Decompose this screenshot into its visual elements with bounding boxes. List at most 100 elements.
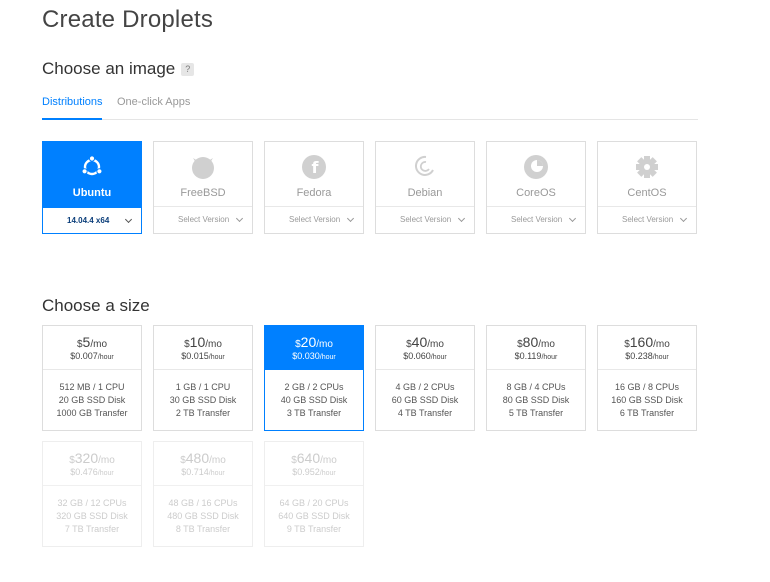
size-price: $5/mo $0.007/hour	[43, 326, 141, 370]
ram-cpu: 32 GB / 12 CPUs	[57, 498, 127, 508]
monthly-price: $5/mo	[43, 334, 141, 350]
size-price: $160/mo $0.238/hour	[598, 326, 696, 370]
distro-card-ubuntu[interactable]: Ubuntu 14.04.4 x64	[42, 141, 142, 234]
price-period: /mo	[209, 455, 226, 466]
version-label: Select Version	[400, 215, 452, 224]
price-amount: 320	[74, 450, 99, 466]
distro-name: CoreOS	[516, 187, 556, 199]
transfer: 4 TB Transfer	[397, 408, 453, 418]
size-card[interactable]: $40/mo $0.060/hour 4 GB / 2 CPUs 60 GB SSD …	[375, 325, 475, 431]
price-amount: 20	[300, 334, 317, 350]
distro-name: Ubuntu	[72, 187, 112, 199]
distro-card-coreos[interactable]: CoreOS Select Version	[486, 141, 586, 234]
price-amount: 40	[411, 334, 428, 350]
price-amount: 640	[296, 450, 321, 466]
chevron-down-icon	[346, 214, 355, 223]
monthly-price: $80/mo	[487, 334, 585, 350]
hourly-price: $0.476/hour	[43, 467, 141, 477]
disk: 40 GB SSD Disk	[280, 395, 348, 405]
ram-cpu: 1 GB / 1 CPU	[175, 382, 231, 392]
version-select-debian[interactable]: Select Version	[376, 206, 474, 233]
chevron-down-icon	[568, 214, 577, 223]
cpu: 20 CPUs	[312, 498, 349, 508]
hourly-unit: /hour	[208, 470, 225, 477]
hourly-price: $0.015/hour	[154, 351, 252, 361]
version-label: Select Version	[511, 215, 563, 224]
hourly-unit: /hour	[319, 354, 336, 361]
distro-card-fedora[interactable]: f Fedora Select Version	[264, 141, 364, 234]
fedora-icon: f	[299, 152, 329, 182]
hourly-amount: $0.238	[625, 351, 653, 361]
distro-name: Fedora	[296, 187, 332, 199]
version-select-fedora[interactable]: Select Version	[265, 206, 363, 233]
transfer: 8 TB Transfer	[175, 524, 231, 534]
price-amount: 80	[522, 334, 539, 350]
size-price: $40/mo $0.060/hour	[376, 326, 474, 370]
ram-cpu: 48 GB / 16 CPUs	[168, 498, 238, 508]
version-select-ubuntu[interactable]: 14.04.4 x64	[42, 207, 142, 234]
chevron-down-icon	[457, 214, 466, 223]
size-card: $480/mo $0.714/hour 48 GB / 16 CPUs 480 GB …	[153, 441, 253, 547]
version-label: Select Version	[178, 215, 230, 224]
hourly-price: $0.238/hour	[598, 351, 696, 361]
size-price: $20/mo $0.030/hour	[265, 326, 363, 370]
size-card[interactable]: $160/mo $0.238/hour 16 GB / 8 CPUs 160 GB S…	[597, 325, 697, 431]
monthly-price: $320/mo	[43, 450, 141, 466]
size-specs: 2 GB / 2 CPUs 40 GB SSD Disk 3 TB Transfer	[265, 381, 363, 420]
hourly-amount: $0.060	[403, 351, 431, 361]
chevron-down-icon	[124, 215, 133, 224]
disk: 80 GB SSD Disk	[502, 395, 570, 405]
hourly-price: $0.060/hour	[376, 351, 474, 361]
cpu: 1 CPU	[203, 382, 231, 392]
size-specs: 4 GB / 2 CPUs 60 GB SSD Disk 4 TB Transfer	[376, 381, 474, 420]
version-select-freebsd[interactable]: Select Version	[154, 206, 252, 233]
distro-name: Debian	[407, 187, 443, 199]
ram-cpu: 64 GB / 20 CPUs	[279, 498, 349, 508]
hourly-price: $0.007/hour	[43, 351, 141, 361]
ram: 16 GB	[614, 382, 641, 392]
help-icon[interactable]: ?	[181, 63, 195, 76]
size-price: $480/mo $0.714/hour	[154, 442, 252, 486]
ram: 1 GB	[175, 382, 197, 392]
monthly-price: $10/mo	[154, 334, 252, 350]
image-section-header: Choose an image?	[42, 59, 195, 79]
hourly-amount: $0.476	[70, 467, 98, 477]
image-section-title: Choose an image	[42, 59, 176, 78]
hourly-amount: $0.030	[292, 351, 320, 361]
distro-card-centos[interactable]: CentOS Select Version	[597, 141, 697, 234]
cpu: 2 CPUs	[312, 382, 344, 392]
distro-card-freebsd[interactable]: FreeBSD Select Version	[153, 141, 253, 234]
size-card[interactable]: $10/mo $0.015/hour 1 GB / 1 CPU 30 GB SSD D…	[153, 325, 253, 431]
transfer: 3 TB Transfer	[286, 408, 342, 418]
hourly-unit: /hour	[97, 470, 114, 477]
centos-icon	[632, 152, 662, 182]
size-specs: 48 GB / 16 CPUs 480 GB SSD Disk 8 TB Trans…	[154, 497, 252, 536]
size-section-title: Choose a size	[42, 296, 150, 315]
distro-name: CentOS	[627, 187, 667, 199]
tab-one-click-apps[interactable]: One-click Apps	[117, 96, 190, 120]
cpu: 16 CPUs	[201, 498, 238, 508]
size-specs: 16 GB / 8 CPUs 160 GB SSD Disk 6 TB Transf…	[598, 381, 696, 420]
price-period: /mo	[90, 339, 108, 350]
hourly-unit: /hour	[97, 354, 114, 361]
version-select-centos[interactable]: Select Version	[598, 206, 696, 233]
monthly-price: $20/mo	[265, 334, 363, 350]
size-card[interactable]: $80/mo $0.119/hour 8 GB / 4 CPUs 80 GB SSD …	[486, 325, 586, 431]
distro-card-debian[interactable]: Debian Select Version	[375, 141, 475, 234]
transfer: 7 TB Transfer	[64, 524, 120, 534]
freebsd-icon	[188, 152, 218, 182]
cpu: 8 CPUs	[648, 382, 680, 392]
ram: 8 GB	[506, 382, 527, 392]
version-select-coreos[interactable]: Select Version	[487, 206, 585, 233]
debian-icon	[410, 152, 440, 182]
version-label: Select Version	[289, 215, 341, 224]
ram-cpu: 512 MB / 1 CPU	[59, 382, 125, 392]
size-card[interactable]: $5/mo $0.007/hour 512 MB / 1 CPU 20 GB SSD …	[42, 325, 142, 431]
tab-distributions[interactable]: Distributions	[42, 96, 103, 120]
size-specs: 8 GB / 4 CPUs 80 GB SSD Disk 5 TB Transfer	[487, 381, 585, 420]
size-card[interactable]: $20/mo $0.030/hour 2 GB / 2 CPUs 40 GB SSD …	[264, 325, 364, 431]
size-price: $640/mo $0.952/hour	[265, 442, 363, 486]
transfer: 5 TB Transfer	[508, 408, 564, 418]
cpu: 1 CPU	[98, 382, 125, 392]
monthly-price: $40/mo	[376, 334, 474, 350]
